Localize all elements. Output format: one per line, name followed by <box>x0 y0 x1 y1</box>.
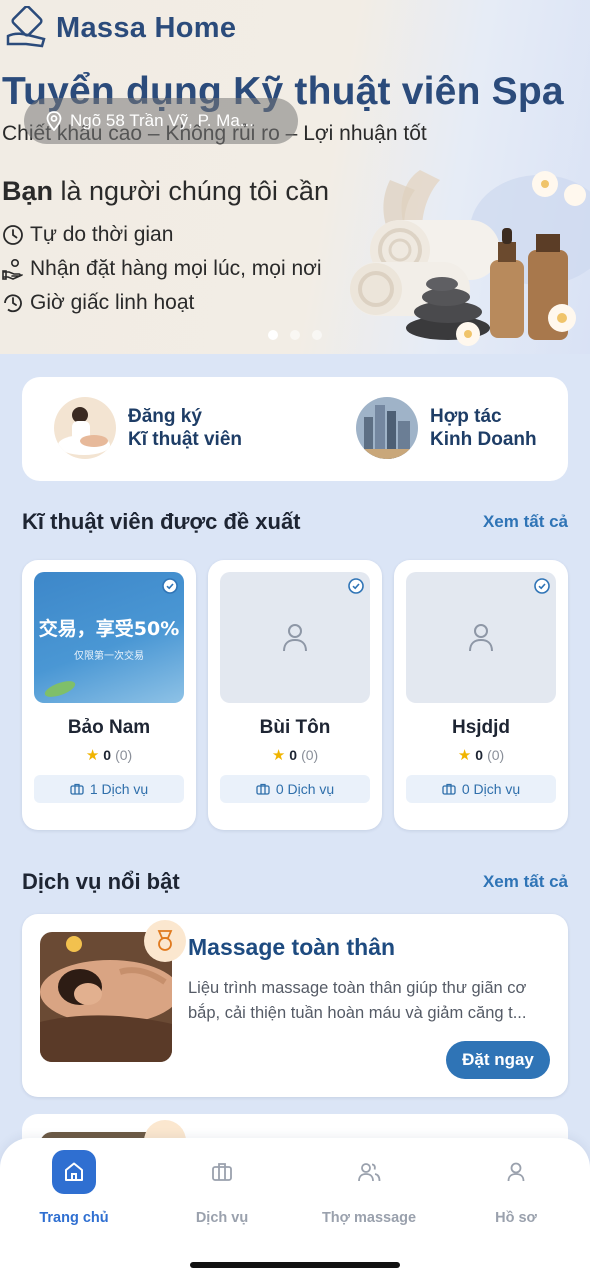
therapist-name: Bảo Nam <box>67 717 151 738</box>
review-count: (0) <box>301 747 319 763</box>
therapist-card[interactable]: 交易，享受50% 仅限第一次交易 Bảo Nam ★ 0 (0) 1 Dịch … <box>22 560 196 830</box>
recommended-title: Kĩ thuật viên được đề xuất <box>22 509 301 534</box>
nav-profile[interactable]: Hồ sơ <box>442 1150 590 1226</box>
users-icon <box>347 1150 391 1194</box>
nav-label: Thợ massage <box>321 1210 417 1226</box>
feature-item: Nhận đặt hàng mọi lúc, mọi nơi <box>2 257 322 281</box>
briefcase-icon <box>70 783 84 795</box>
nav-label: Trang chủ <box>39 1210 109 1226</box>
therapist-rating: ★ 0 (0) <box>208 746 382 764</box>
therapist-card[interactable]: Hsjdjd ★ 0 (0) 0 Dịch vụ <box>394 560 568 830</box>
feature-item: Giờ giấc linh hoạt <box>2 291 194 315</box>
briefcase-icon <box>442 783 456 795</box>
therapist-avatar <box>54 397 116 459</box>
pagination-dot[interactable] <box>312 330 322 340</box>
verified-badge-icon <box>348 578 364 594</box>
clock-rotate-icon <box>4 294 22 313</box>
star-icon: ★ <box>457 747 472 764</box>
briefcase-icon <box>200 1150 244 1194</box>
banner-pagination <box>268 330 322 340</box>
featured-title: Dịch vụ nổi bật <box>22 869 180 894</box>
nav-therapists[interactable]: Thợ massage <box>295 1150 443 1226</box>
banner-heading-rest: là người chúng tôi cần <box>53 176 329 206</box>
book-now-button[interactable]: Đặt ngay <box>446 1041 550 1079</box>
service-name: Massage toàn thân <box>188 934 396 960</box>
therapist-rating: ★ 0 (0) <box>394 746 568 764</box>
clock-icon <box>3 225 23 245</box>
feature-label: Nhận đặt hàng mọi lúc, mọi nơi <box>30 257 322 280</box>
therapist-rating: ★ 0 (0) <box>22 746 196 764</box>
home-icon <box>52 1150 96 1194</box>
star-icon: ★ <box>85 747 100 764</box>
verified-badge-icon <box>534 578 550 594</box>
promo-banner[interactable]: Massa Home Tuyển dụng Kỹ thuật viên Spa … <box>0 0 590 354</box>
join-card: Đăng ký Kĩ thuật viên Hợp tác Kinh Doanh <box>22 377 568 481</box>
feature-label: Tự do thời gian <box>30 223 174 246</box>
location-pin-icon <box>46 111 62 131</box>
brand-name: Massa Home <box>56 11 237 44</box>
home-indicator <box>190 1262 400 1268</box>
nav-services[interactable]: Dịch vụ <box>148 1150 296 1226</box>
banner-heading-bold: Bạn <box>2 176 54 206</box>
partner-line1: Hợp tác <box>430 406 502 427</box>
promo-ad-text: 交易，享受50% <box>38 617 180 640</box>
nav-label: Hồ sơ <box>495 1210 537 1226</box>
service-count: 0 Dịch vụ <box>461 781 521 797</box>
business-partner-button[interactable]: Hợp tác Kinh Doanh <box>356 397 537 459</box>
recommended-see-all-link[interactable]: Xem tất cả <box>483 512 568 532</box>
service-count: 0 Dịch vụ <box>275 781 335 797</box>
service-count: 1 Dịch vụ <box>89 781 149 797</box>
therapist-card[interactable]: Bùi Tôn ★ 0 (0) 0 Dịch vụ <box>208 560 382 830</box>
service-card[interactable]: Massage toàn thân Liệu trình massage toà… <box>22 914 568 1097</box>
register-therapist-button[interactable]: Đăng ký Kĩ thuật viên <box>54 397 242 459</box>
briefcase-icon <box>256 783 270 795</box>
spa-illustration <box>350 170 590 346</box>
pagination-dot[interactable] <box>268 330 278 340</box>
feature-label: Giờ giấc linh hoạt <box>30 291 195 314</box>
service-count-badge: 1 Dịch vụ <box>34 775 184 803</box>
brand: Massa Home <box>4 6 236 50</box>
location-pill[interactable]: Ngõ 58 Trần Vỹ, P. Ma... <box>24 98 298 144</box>
feature-item: Tự do thời gian <box>2 223 173 247</box>
leaf-decoration-icon <box>44 681 76 697</box>
service-description: Liệu trình massage toàn thân giúp thư gi… <box>188 979 527 1022</box>
promo-ad-subtext: 仅限第一次交易 <box>74 650 144 662</box>
featured-medal-badge <box>144 920 186 962</box>
user-icon <box>494 1150 538 1194</box>
review-count: (0) <box>487 747 505 763</box>
register-line2: Kĩ thuật viên <box>128 429 243 450</box>
nav-label: Dịch vụ <box>195 1210 249 1226</box>
medal-icon <box>157 930 173 951</box>
service-count-badge: 0 Dịch vụ <box>220 775 370 803</box>
user-placeholder-icon <box>469 623 493 651</box>
service-count-badge: 0 Dịch vụ <box>406 775 556 803</box>
bottom-navigation: Trang chủ Dịch vụ Thợ massage Hồ sơ <box>0 1138 590 1280</box>
rating-value: 0 <box>475 747 484 763</box>
therapist-name: Bùi Tôn <box>259 717 331 738</box>
rating-value: 0 <box>289 747 298 763</box>
star-icon: ★ <box>271 747 286 764</box>
register-line1: Đăng ký <box>128 406 202 427</box>
verified-badge-icon <box>162 578 178 594</box>
hand-order-icon <box>2 258 23 280</box>
banner-heading: Bạn là người chúng tôi cần <box>2 176 329 207</box>
city-avatar <box>356 397 418 459</box>
partner-line2: Kinh Doanh <box>430 429 537 450</box>
user-placeholder-icon <box>283 623 307 651</box>
featured-see-all-link[interactable]: Xem tất cả <box>483 872 568 892</box>
nav-home[interactable]: Trang chủ <box>0 1150 148 1226</box>
rating-value: 0 <box>103 747 112 763</box>
therapist-name: Hsjdjd <box>451 717 511 738</box>
location-text: Ngõ 58 Trần Vỹ, P. Ma... <box>70 111 254 130</box>
review-count: (0) <box>115 747 133 763</box>
massage-hands-logo-icon <box>6 6 46 48</box>
pagination-dot[interactable] <box>290 330 300 340</box>
